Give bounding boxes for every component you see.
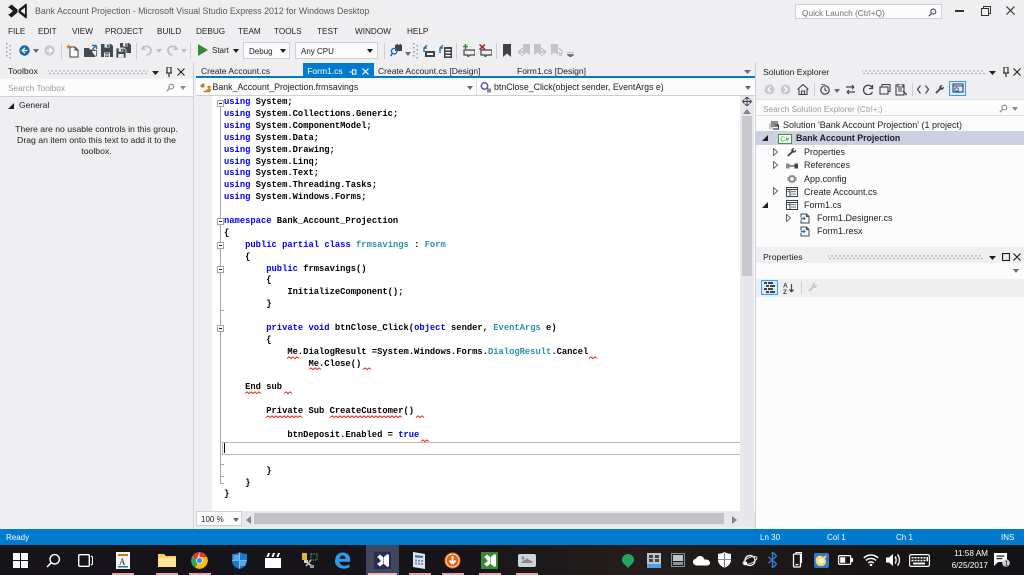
svg-text:Z: Z (783, 289, 787, 294)
svg-text:C#: C# (780, 136, 789, 143)
svg-text:A: A (119, 557, 126, 567)
svg-text:1: 1 (1005, 561, 1009, 567)
